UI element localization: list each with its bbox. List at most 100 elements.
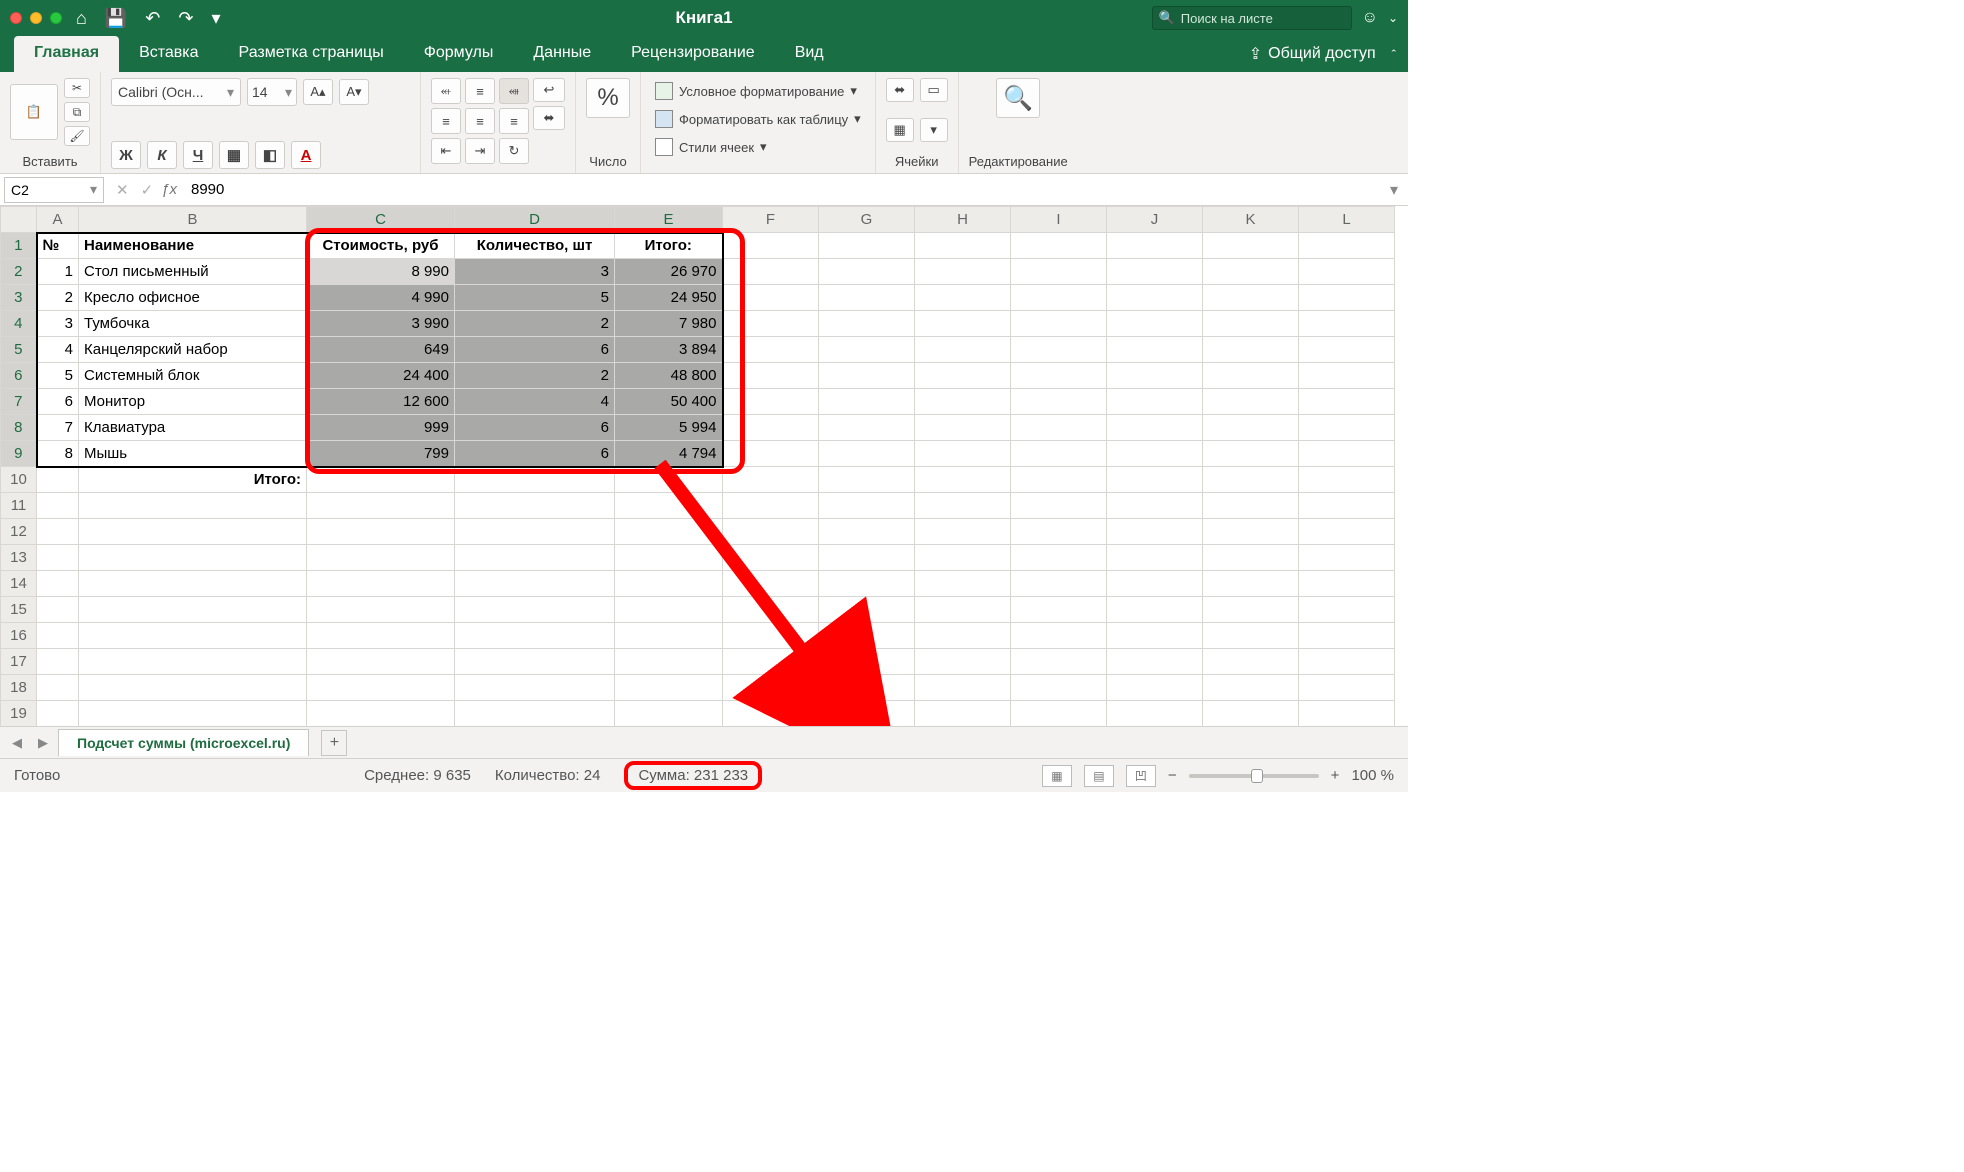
cell-B12[interactable] [79, 519, 307, 545]
share-button[interactable]: ⇪ Общий доступ ˆ [1237, 36, 1408, 72]
find-button[interactable]: 🔍 [996, 78, 1040, 118]
cell-F3[interactable] [723, 285, 819, 311]
cell-B1[interactable]: Наименование [79, 233, 307, 259]
cell-K12[interactable] [1203, 519, 1299, 545]
cell-A14[interactable] [37, 571, 79, 597]
cell-G9[interactable] [819, 441, 915, 467]
column-header-H[interactable]: H [915, 207, 1011, 233]
cell-E5[interactable]: 3 894 [615, 337, 723, 363]
cell-J10[interactable] [1107, 467, 1203, 493]
cell-G15[interactable] [819, 597, 915, 623]
sheet-nav-prev-icon[interactable]: ◀ [6, 732, 28, 754]
cell-G10[interactable] [819, 467, 915, 493]
cell-L11[interactable] [1299, 493, 1395, 519]
row-header-4[interactable]: 4 [1, 311, 37, 337]
number-format-button[interactable]: % [586, 78, 630, 118]
cell-D6[interactable]: 2 [455, 363, 615, 389]
column-header-A[interactable]: A [37, 207, 79, 233]
cell-D12[interactable] [455, 519, 615, 545]
align-bottom-button[interactable]: ⬵ [499, 78, 529, 104]
cell-G13[interactable] [819, 545, 915, 571]
cell-E4[interactable]: 7 980 [615, 311, 723, 337]
view-page-layout-button[interactable]: ▤ [1084, 765, 1114, 787]
font-size-select[interactable]: 14 ▾ [247, 78, 297, 106]
cut-button[interactable]: ✂ [64, 78, 90, 98]
cell-I15[interactable] [1011, 597, 1107, 623]
cell-F13[interactable] [723, 545, 819, 571]
cell-J5[interactable] [1107, 337, 1203, 363]
cell-I11[interactable] [1011, 493, 1107, 519]
copy-button[interactable]: ⧉ [64, 102, 90, 122]
cell-K10[interactable] [1203, 467, 1299, 493]
cell-K9[interactable] [1203, 441, 1299, 467]
cell-H12[interactable] [915, 519, 1011, 545]
tab-review[interactable]: Рецензирование [611, 36, 775, 72]
cell-J14[interactable] [1107, 571, 1203, 597]
fill-color-button[interactable]: ◧ [255, 141, 285, 169]
cell-H11[interactable] [915, 493, 1011, 519]
cell-G5[interactable] [819, 337, 915, 363]
cell-H15[interactable] [915, 597, 1011, 623]
cell-F5[interactable] [723, 337, 819, 363]
cell-F10[interactable] [723, 467, 819, 493]
cell-K18[interactable] [1203, 675, 1299, 701]
row-header-15[interactable]: 15 [1, 597, 37, 623]
cell-E2[interactable]: 26 970 [615, 259, 723, 285]
align-center-button[interactable]: ≡ [465, 108, 495, 134]
cell-B11[interactable] [79, 493, 307, 519]
cell-A11[interactable] [37, 493, 79, 519]
row-header-2[interactable]: 2 [1, 259, 37, 285]
delete-cells-button[interactable]: ▭ [920, 78, 948, 102]
row-header-19[interactable]: 19 [1, 701, 37, 727]
cell-F4[interactable] [723, 311, 819, 337]
search-input[interactable]: 🔍 Поиск на листе [1152, 6, 1352, 30]
align-top-button[interactable]: ⬴ [431, 78, 461, 104]
column-header-E[interactable]: E [615, 207, 723, 233]
cell-F12[interactable] [723, 519, 819, 545]
cell-L1[interactable] [1299, 233, 1395, 259]
cell-A10[interactable] [37, 467, 79, 493]
column-header-C[interactable]: C [307, 207, 455, 233]
cell-I2[interactable] [1011, 259, 1107, 285]
cell-H6[interactable] [915, 363, 1011, 389]
cell-C1[interactable]: Стоимость, руб [307, 233, 455, 259]
cell-C19[interactable] [307, 701, 455, 727]
cell-G2[interactable] [819, 259, 915, 285]
cell-A12[interactable] [37, 519, 79, 545]
cell-D1[interactable]: Количество, шт [455, 233, 615, 259]
worksheet[interactable]: ABCDEFGHIJKL1№НаименованиеСтоимость, руб… [0, 206, 1408, 726]
cell-C12[interactable] [307, 519, 455, 545]
zoom-out-button[interactable]: − [1168, 767, 1177, 784]
align-middle-button[interactable]: ≡ [465, 78, 495, 104]
cell-L17[interactable] [1299, 649, 1395, 675]
cell-D18[interactable] [455, 675, 615, 701]
cell-C17[interactable] [307, 649, 455, 675]
cell-L9[interactable] [1299, 441, 1395, 467]
select-all-corner[interactable] [1, 207, 37, 233]
row-header-16[interactable]: 16 [1, 623, 37, 649]
cell-A1[interactable]: № [37, 233, 79, 259]
cell-C15[interactable] [307, 597, 455, 623]
cell-C14[interactable] [307, 571, 455, 597]
cell-K7[interactable] [1203, 389, 1299, 415]
cell-C16[interactable] [307, 623, 455, 649]
cell-F14[interactable] [723, 571, 819, 597]
cell-E7[interactable]: 50 400 [615, 389, 723, 415]
cell-H19[interactable] [915, 701, 1011, 727]
cell-F19[interactable] [723, 701, 819, 727]
cell-B13[interactable] [79, 545, 307, 571]
cell-F7[interactable] [723, 389, 819, 415]
cell-L16[interactable] [1299, 623, 1395, 649]
cell-D10[interactable] [455, 467, 615, 493]
bold-button[interactable]: Ж [111, 141, 141, 169]
row-header-18[interactable]: 18 [1, 675, 37, 701]
cell-H5[interactable] [915, 337, 1011, 363]
cell-J11[interactable] [1107, 493, 1203, 519]
borders-button[interactable]: ▦ [219, 141, 249, 169]
cell-J19[interactable] [1107, 701, 1203, 727]
cell-B14[interactable] [79, 571, 307, 597]
underline-button[interactable]: Ч [183, 141, 213, 169]
cell-H2[interactable] [915, 259, 1011, 285]
cancel-formula-icon[interactable]: ✕ [116, 181, 129, 199]
name-box[interactable]: C2▾ [4, 177, 104, 203]
